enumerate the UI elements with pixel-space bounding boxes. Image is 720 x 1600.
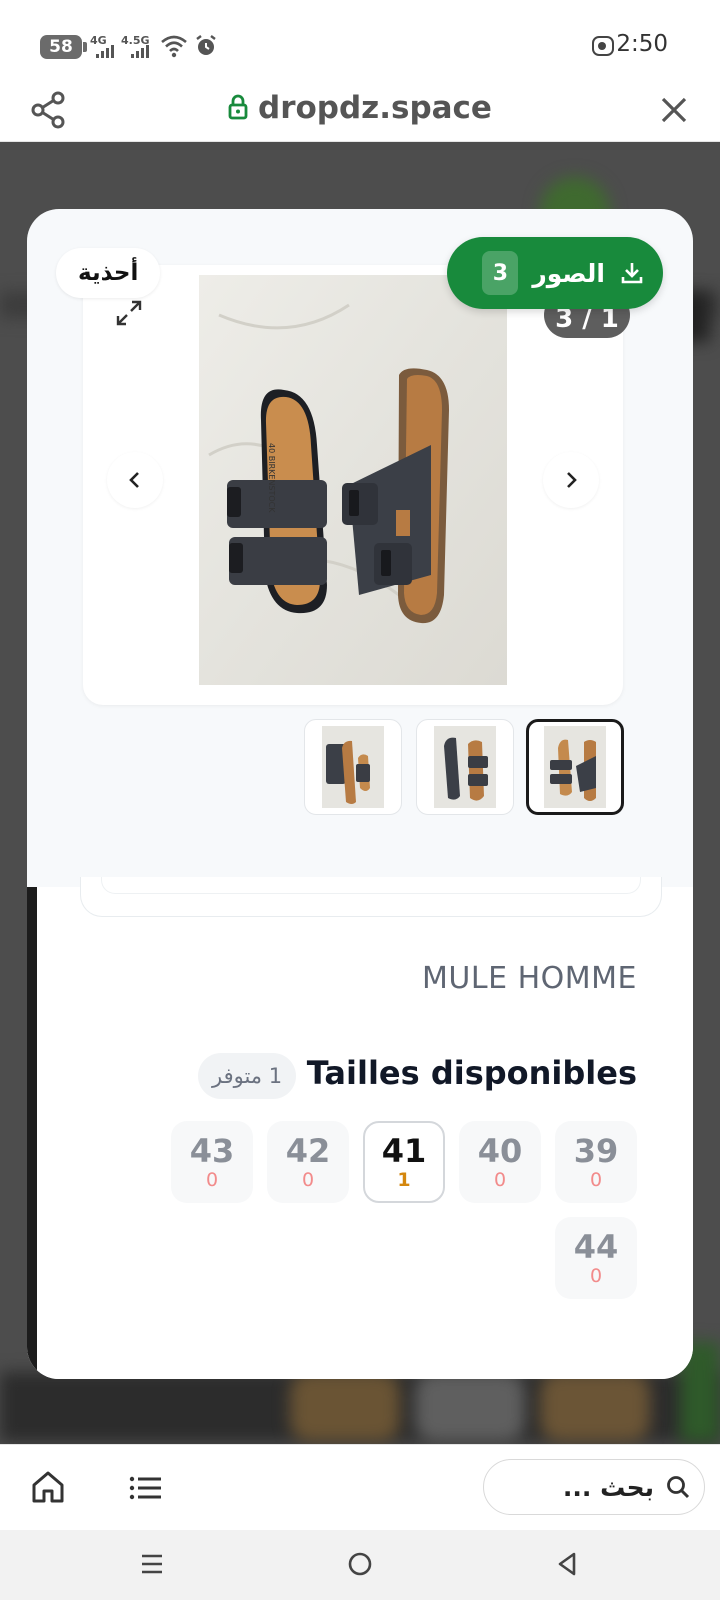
search-box[interactable] bbox=[483, 1459, 705, 1515]
download-photos-button[interactable]: الصور 3 bbox=[447, 237, 663, 309]
photos-count-badge: 3 bbox=[482, 251, 519, 295]
clock: 2:50 bbox=[616, 31, 668, 57]
thumbnail-2[interactable] bbox=[416, 719, 514, 815]
size-number: 39 bbox=[573, 1132, 619, 1170]
size-number: 41 bbox=[381, 1132, 427, 1170]
size-option-44[interactable]: 44 0 bbox=[555, 1217, 637, 1299]
size-stock: 0 bbox=[205, 1169, 219, 1191]
size-option-40[interactable]: 40 0 bbox=[459, 1121, 541, 1203]
size-stock: 0 bbox=[589, 1169, 603, 1191]
size-stock: 0 bbox=[589, 1265, 603, 1287]
sizes-title: Tailles disponibles bbox=[306, 1054, 637, 1092]
url-bar[interactable]: dropdz.space bbox=[0, 90, 720, 126]
url-text: dropdz.space bbox=[258, 90, 492, 126]
home-circle-icon[interactable] bbox=[346, 1550, 374, 1578]
size-number: 44 bbox=[573, 1228, 619, 1266]
signal-icon bbox=[96, 45, 114, 58]
product-name: MULE HOMME bbox=[422, 961, 637, 996]
search-icon bbox=[667, 1476, 690, 1499]
browser-toolbar: dropdz.space bbox=[0, 78, 720, 142]
size-option-43[interactable]: 43 0 bbox=[171, 1121, 253, 1203]
size-option-41[interactable]: 41 1 bbox=[363, 1121, 445, 1203]
recent-apps-icon[interactable] bbox=[138, 1550, 166, 1578]
lock-icon bbox=[228, 94, 248, 120]
svg-text:40 BIRKENSTOCK: 40 BIRKENSTOCK bbox=[267, 443, 276, 513]
thumbnail-1[interactable] bbox=[304, 719, 402, 815]
size-number: 42 bbox=[285, 1132, 331, 1170]
size-number: 40 bbox=[477, 1132, 523, 1170]
alarm-icon bbox=[196, 35, 216, 55]
thumbnail-image bbox=[322, 726, 384, 808]
close-icon[interactable] bbox=[656, 92, 692, 128]
previous-card-edge bbox=[80, 877, 662, 917]
size-option-39[interactable]: 39 0 bbox=[555, 1121, 637, 1203]
screen-record-icon bbox=[592, 36, 614, 56]
wifi-icon bbox=[161, 35, 187, 58]
photos-button-label: الصور bbox=[532, 258, 605, 288]
bottom-toolbar bbox=[0, 1444, 720, 1530]
size-number: 43 bbox=[189, 1132, 235, 1170]
home-icon[interactable] bbox=[30, 1469, 66, 1505]
battery-indicator: 58 bbox=[40, 35, 87, 59]
previous-image-button[interactable] bbox=[107, 452, 163, 508]
back-triangle-icon[interactable] bbox=[554, 1550, 582, 1578]
thumbnail-3[interactable] bbox=[526, 719, 624, 815]
list-icon[interactable] bbox=[128, 1471, 164, 1505]
chevron-left-icon bbox=[129, 472, 139, 488]
chevron-right-icon bbox=[567, 472, 577, 488]
download-icon bbox=[621, 263, 643, 284]
size-option-42[interactable]: 42 0 bbox=[267, 1121, 349, 1203]
thumbnail-image bbox=[544, 726, 606, 808]
signal-icon bbox=[131, 45, 149, 58]
status-bar: 58 4G 4.5G 2:50 bbox=[0, 0, 720, 90]
availability-badge: 1 متوفر bbox=[198, 1053, 297, 1099]
category-badge: أحذية bbox=[56, 248, 161, 298]
size-stock: 0 bbox=[301, 1169, 315, 1191]
size-stock: 1 bbox=[397, 1169, 411, 1191]
product-photo: 40 BIRKENSTOCK bbox=[199, 275, 507, 685]
size-stock: 0 bbox=[493, 1169, 507, 1191]
next-image-button[interactable] bbox=[543, 452, 599, 508]
search-input[interactable] bbox=[504, 1472, 654, 1502]
system-nav-bar bbox=[0, 1530, 720, 1600]
product-modal: 3 / 1 40 BIRKENSTOCK أحذية الصور 3 MULE … bbox=[27, 209, 693, 1379]
thumbnail-image bbox=[434, 726, 496, 808]
